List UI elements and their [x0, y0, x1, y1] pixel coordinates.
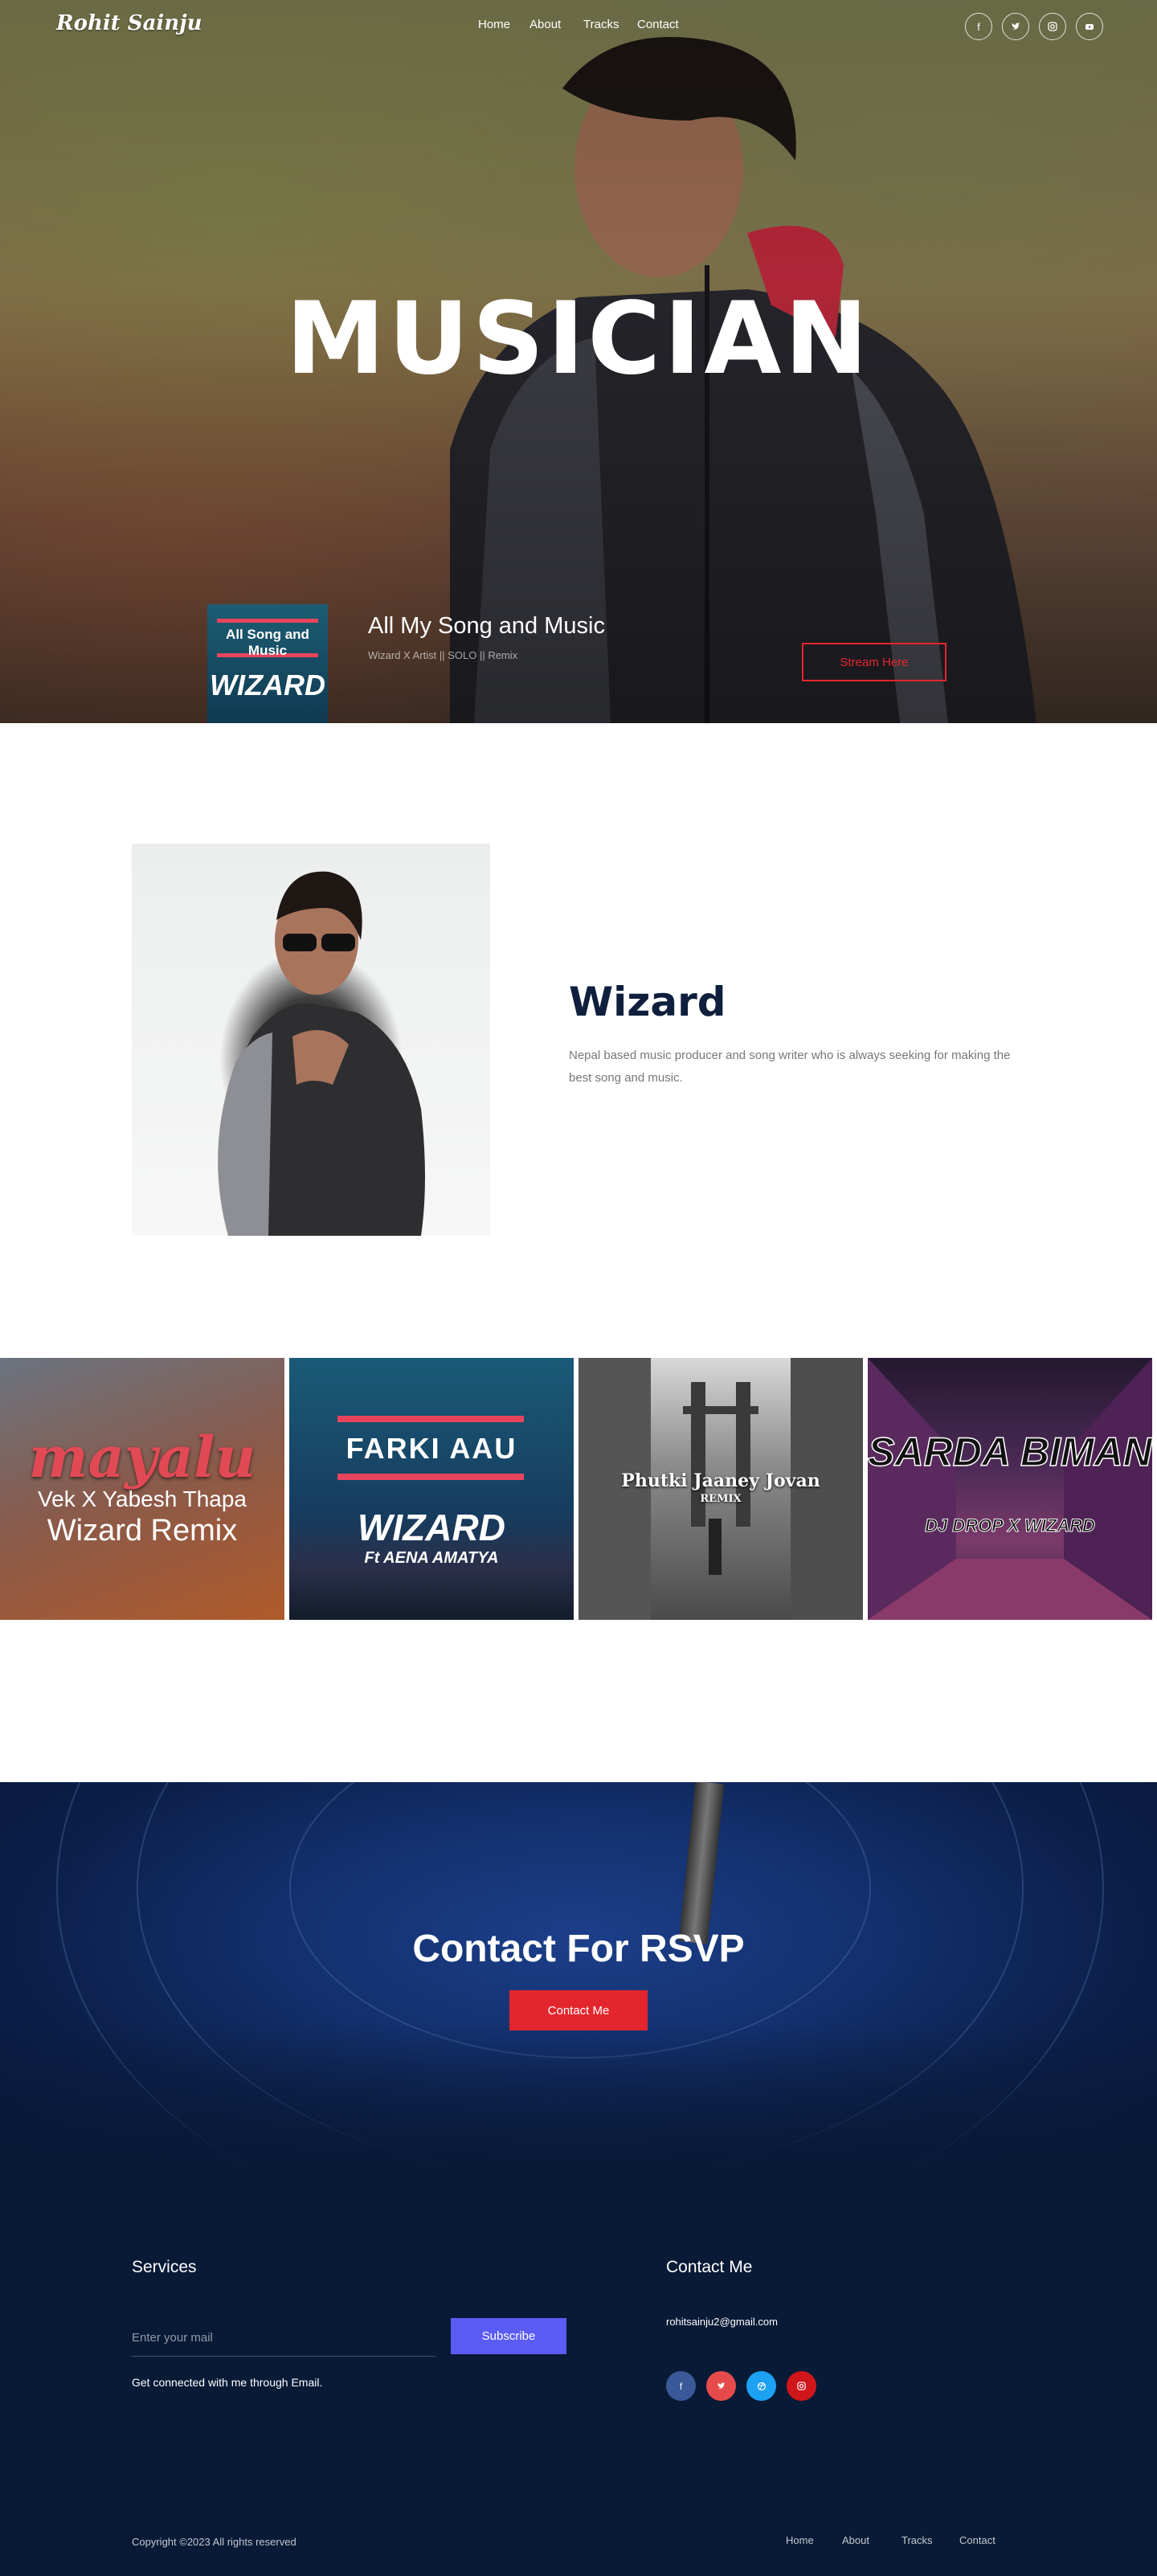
gallery-item-phutki-jaaney-jovan[interactable]: Phutki Jaaney Jovan REMIX	[578, 1358, 863, 1620]
gallery-title: Phutki Jaaney Jovan	[621, 1470, 820, 1491]
gallery-caption: Ft AENA AMATYA	[364, 1549, 499, 1567]
song-subtitle: Wizard X Artist || SOLO || Remix	[368, 649, 518, 661]
footer	[0, 2168, 1157, 2576]
gallery-subtitle: WIZARD	[358, 1507, 505, 1548]
gallery-subtitle: REMIX	[700, 1493, 742, 1505]
instagram-icon[interactable]	[1039, 13, 1066, 40]
facebook-icon[interactable]: f	[666, 2371, 696, 2401]
subscribe-button[interactable]: Subscribe	[451, 2318, 566, 2354]
nav-contact[interactable]: Contact	[637, 18, 679, 31]
stream-button[interactable]: Stream Here	[802, 643, 946, 681]
services-text: Get connected with me through Email.	[132, 2376, 323, 2389]
nav-about[interactable]: About	[529, 18, 561, 31]
dribbble-icon[interactable]	[746, 2371, 776, 2401]
song-title: All My Song and Music	[368, 613, 605, 639]
footer-nav-contact[interactable]: Contact	[959, 2534, 996, 2546]
gallery-subtitle: Vek X Yabesh Thapa	[38, 1486, 247, 1511]
gallery-title: FARKI AAU	[345, 1432, 517, 1465]
gallery-item-sarda-biman[interactable]: SARDA BIMAN DJ DROP X WIZARD	[868, 1358, 1152, 1620]
gallery-title: SARDA BIMAN	[868, 1429, 1152, 1475]
contact-heading: Contact Me	[666, 2258, 753, 2276]
youtube-icon[interactable]	[1076, 13, 1103, 40]
gallery-item-mayalu[interactable]: mayalu Vek X Yabesh Thapa Wizard Remix	[0, 1358, 284, 1620]
gallery-title: mayalu	[28, 1424, 256, 1490]
footer-nav-home[interactable]: Home	[786, 2534, 814, 2546]
rsvp-fade	[0, 2023, 1157, 2168]
email-input-underline	[132, 2356, 435, 2357]
gallery-subtitle: DJ DROP X WIZARD	[925, 1515, 1096, 1536]
about-description: Nepal based music producer and song writ…	[569, 1049, 1011, 1085]
contact-email[interactable]: rohitsainju2@gmail.com	[666, 2316, 778, 2328]
album-art-label: All Song and Music	[226, 627, 309, 658]
album-art[interactable]: All Song and Music WIZARD	[207, 604, 328, 723]
facebook-icon[interactable]: f	[965, 13, 992, 40]
nav-home[interactable]: Home	[478, 18, 510, 31]
email-input[interactable]	[132, 2322, 429, 2353]
gallery-item-farki-aau[interactable]: FARKI AAU WIZARD Ft AENA AMATYA	[289, 1358, 574, 1620]
rsvp-section	[0, 1782, 1157, 2168]
site-logo[interactable]: Rohit Sainju	[56, 11, 202, 35]
instagram-icon[interactable]	[787, 2371, 816, 2401]
services-heading: Services	[132, 2258, 197, 2276]
twitter-icon[interactable]	[706, 2371, 736, 2401]
nav-tracks[interactable]: Tracks	[583, 18, 619, 31]
contact-me-button[interactable]: Contact Me	[509, 1990, 648, 2030]
album-art-title: WIZARD	[210, 669, 325, 701]
footer-nav-about[interactable]: About	[842, 2534, 869, 2546]
about-name: Wizard	[569, 979, 726, 1025]
gallery-caption: Wizard Remix	[47, 1514, 238, 1548]
rsvp-title: Contact For RSVP	[412, 1928, 745, 1970]
artist-photo	[132, 844, 490, 1236]
hero-title: MUSICIAN	[285, 281, 872, 397]
footer-nav-tracks[interactable]: Tracks	[901, 2534, 933, 2546]
copyright: Copyright ©2023 All rights reserved	[132, 2536, 296, 2548]
twitter-icon[interactable]	[1002, 13, 1029, 40]
